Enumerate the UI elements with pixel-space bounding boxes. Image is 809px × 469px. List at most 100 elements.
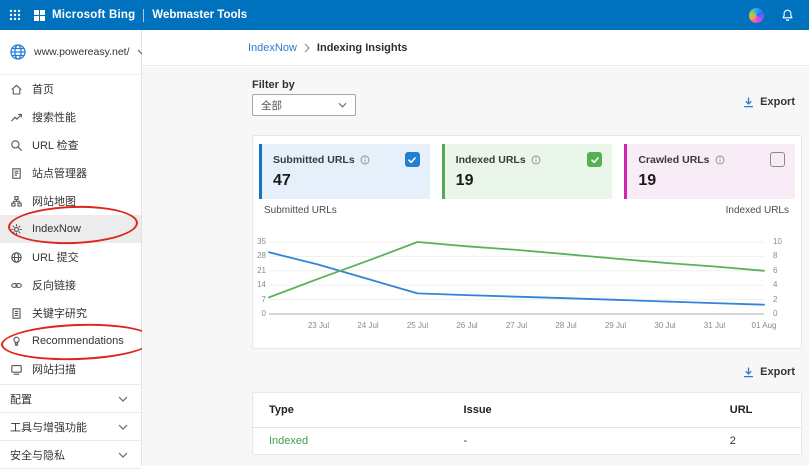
stat-card-crawled-urls: Crawled URLs 19 xyxy=(624,144,795,199)
export-label: Export xyxy=(760,366,795,378)
top-app-bar: Microsoft Bing Webmaster Tools xyxy=(0,0,809,30)
column-header-url: URL xyxy=(730,404,801,416)
indexing-insights-panel: Submitted URLs 47 Indexed URLs 19 xyxy=(252,135,802,349)
issues-table: Type Issue URL Indexed - 2 xyxy=(252,392,802,455)
download-icon xyxy=(743,97,754,108)
download-icon xyxy=(743,367,754,378)
stat-card-value: 19 xyxy=(456,172,603,190)
sidebar-item-url-submission[interactable]: URL 提交 xyxy=(0,243,141,271)
brand-divider xyxy=(143,9,144,22)
info-icon[interactable] xyxy=(531,155,541,165)
sidebar-item-url-inspection[interactable]: URL 检查 xyxy=(0,131,141,159)
cell-type: Indexed xyxy=(253,435,448,447)
export-table-button[interactable]: Export xyxy=(743,366,795,378)
breadcrumb-row: IndexNow Indexing Insights xyxy=(142,30,809,66)
stat-card-title: Crawled URLs xyxy=(638,154,709,166)
main-area: IndexNow Indexing Insights Filter by 全部 … xyxy=(142,30,809,466)
stat-cards: Submitted URLs 47 Indexed URLs 19 xyxy=(259,144,795,199)
submitted-urls-checkbox[interactable] xyxy=(405,152,420,167)
microsoft-logo-icon xyxy=(34,10,45,21)
chevron-down-icon xyxy=(118,452,128,458)
sidebar-item-label: 反向链接 xyxy=(32,277,76,293)
content-area: Filter by 全部 Export Submitted URLs 47 xyxy=(142,67,809,466)
filter-select-value: 全部 xyxy=(261,98,282,113)
x-axis-ticks: 23 Jul24 Jul25 Jul26 Jul27 Jul28 Jul29 J… xyxy=(253,199,803,350)
chevron-down-icon xyxy=(338,102,347,108)
home-icon xyxy=(10,83,23,96)
chevron-down-icon xyxy=(118,396,128,402)
url-submission-icon xyxy=(10,251,23,264)
indexed-urls-checkbox[interactable] xyxy=(587,152,602,167)
site-manager-icon xyxy=(10,167,23,180)
brand-webmaster-tools[interactable]: Webmaster Tools xyxy=(152,9,247,21)
waffle-menu-icon[interactable] xyxy=(9,9,21,21)
sidebar-item-home[interactable]: 首页 xyxy=(0,75,141,103)
breadcrumb: IndexNow Indexing Insights xyxy=(248,42,407,54)
url-inspection-icon xyxy=(10,139,23,152)
cell-issue: - xyxy=(448,435,730,447)
notifications-bell-icon[interactable] xyxy=(780,8,795,22)
stat-card-title: Submitted URLs xyxy=(273,154,355,166)
sidebar-group-label: 安全与隐私 xyxy=(10,447,65,463)
sidebar-item-label: IndexNow xyxy=(32,223,81,235)
crawled-urls-checkbox[interactable] xyxy=(770,152,785,167)
sidebar-item-label: 站点管理器 xyxy=(32,165,87,181)
sidebar-item-site-scan[interactable]: 网站扫描 xyxy=(0,355,141,383)
sidebar-item-recommendations[interactable]: Recommendations xyxy=(0,327,141,355)
filter-by-label: Filter by xyxy=(252,79,295,91)
column-header-issue: Issue xyxy=(448,404,730,416)
site-scan-icon xyxy=(10,363,23,376)
sidebar-item-label: 首页 xyxy=(32,81,54,97)
chevron-right-icon xyxy=(304,43,310,53)
globe-site-icon xyxy=(9,43,27,61)
sidebar-nav: 首页 搜索性能 URL 检查 站点管理器 网站地图 xyxy=(0,75,141,383)
backlinks-icon xyxy=(10,279,23,292)
site-url-label: www.powereasy.net/ xyxy=(34,46,130,58)
sidebar-item-backlinks[interactable]: 反向链接 xyxy=(0,271,141,299)
sidebar-item-label: URL 检查 xyxy=(32,137,79,153)
sidebar-item-indexnow[interactable]: IndexNow xyxy=(0,215,141,243)
sidebar-item-search-performance[interactable]: 搜索性能 xyxy=(0,103,141,131)
sidebar-item-label: 网站扫描 xyxy=(32,361,76,377)
copilot-icon[interactable] xyxy=(749,8,764,23)
stat-card-submitted-urls: Submitted URLs 47 xyxy=(259,144,430,199)
info-icon[interactable] xyxy=(360,155,370,165)
sidebar-item-label: 搜索性能 xyxy=(32,109,76,125)
sidebar-groups: 配置 工具与增强功能 安全与隐私 xyxy=(0,384,141,469)
info-icon[interactable] xyxy=(715,155,725,165)
stat-card-title: Indexed URLs xyxy=(456,154,526,166)
sidebar-group-label: 工具与增强功能 xyxy=(10,419,87,435)
chevron-down-icon xyxy=(118,424,128,430)
sidebar-item-label: 网站地图 xyxy=(32,193,76,209)
keyword-research-icon xyxy=(10,307,23,320)
export-chart-button[interactable]: Export xyxy=(743,96,795,108)
export-label: Export xyxy=(760,96,795,108)
sidebar-item-label: URL 提交 xyxy=(32,249,79,265)
filter-select[interactable]: 全部 xyxy=(252,94,356,116)
brand-microsoft-bing[interactable]: Microsoft Bing xyxy=(52,9,135,21)
recommendations-icon xyxy=(10,335,23,348)
sidebar-item-label: Recommendations xyxy=(32,335,124,347)
sidebar-item-keyword-research[interactable]: 关键字研究 xyxy=(0,299,141,327)
column-header-type: Type xyxy=(253,404,448,416)
site-selector[interactable]: www.powereasy.net/ xyxy=(0,30,141,75)
sidebar-group-tools[interactable]: 工具与增强功能 xyxy=(0,412,141,440)
stat-card-indexed-urls: Indexed URLs 19 xyxy=(442,144,613,199)
sidebar-item-site-manager[interactable]: 站点管理器 xyxy=(0,159,141,187)
sidebar-group-security-privacy[interactable]: 安全与隐私 xyxy=(0,440,141,469)
sitemap-icon xyxy=(10,195,23,208)
cell-url: 2 xyxy=(730,435,801,447)
sidebar-group-label: 配置 xyxy=(10,391,32,407)
table-header-row: Type Issue URL xyxy=(253,393,801,428)
breadcrumb-current: Indexing Insights xyxy=(317,42,407,54)
stat-card-value: 47 xyxy=(273,172,420,190)
sidebar-item-label: 关键字研究 xyxy=(32,305,87,321)
indexnow-gear-icon xyxy=(10,223,23,236)
breadcrumb-indexnow-link[interactable]: IndexNow xyxy=(248,42,297,54)
sidebar-group-configuration[interactable]: 配置 xyxy=(0,384,141,412)
stat-card-value: 19 xyxy=(638,172,785,190)
sidebar: www.powereasy.net/ 首页 搜索性能 URL 检查 xyxy=(0,30,142,466)
sidebar-item-sitemaps[interactable]: 网站地图 xyxy=(0,187,141,215)
table-row[interactable]: Indexed - 2 xyxy=(253,428,801,454)
search-performance-icon xyxy=(10,111,23,124)
